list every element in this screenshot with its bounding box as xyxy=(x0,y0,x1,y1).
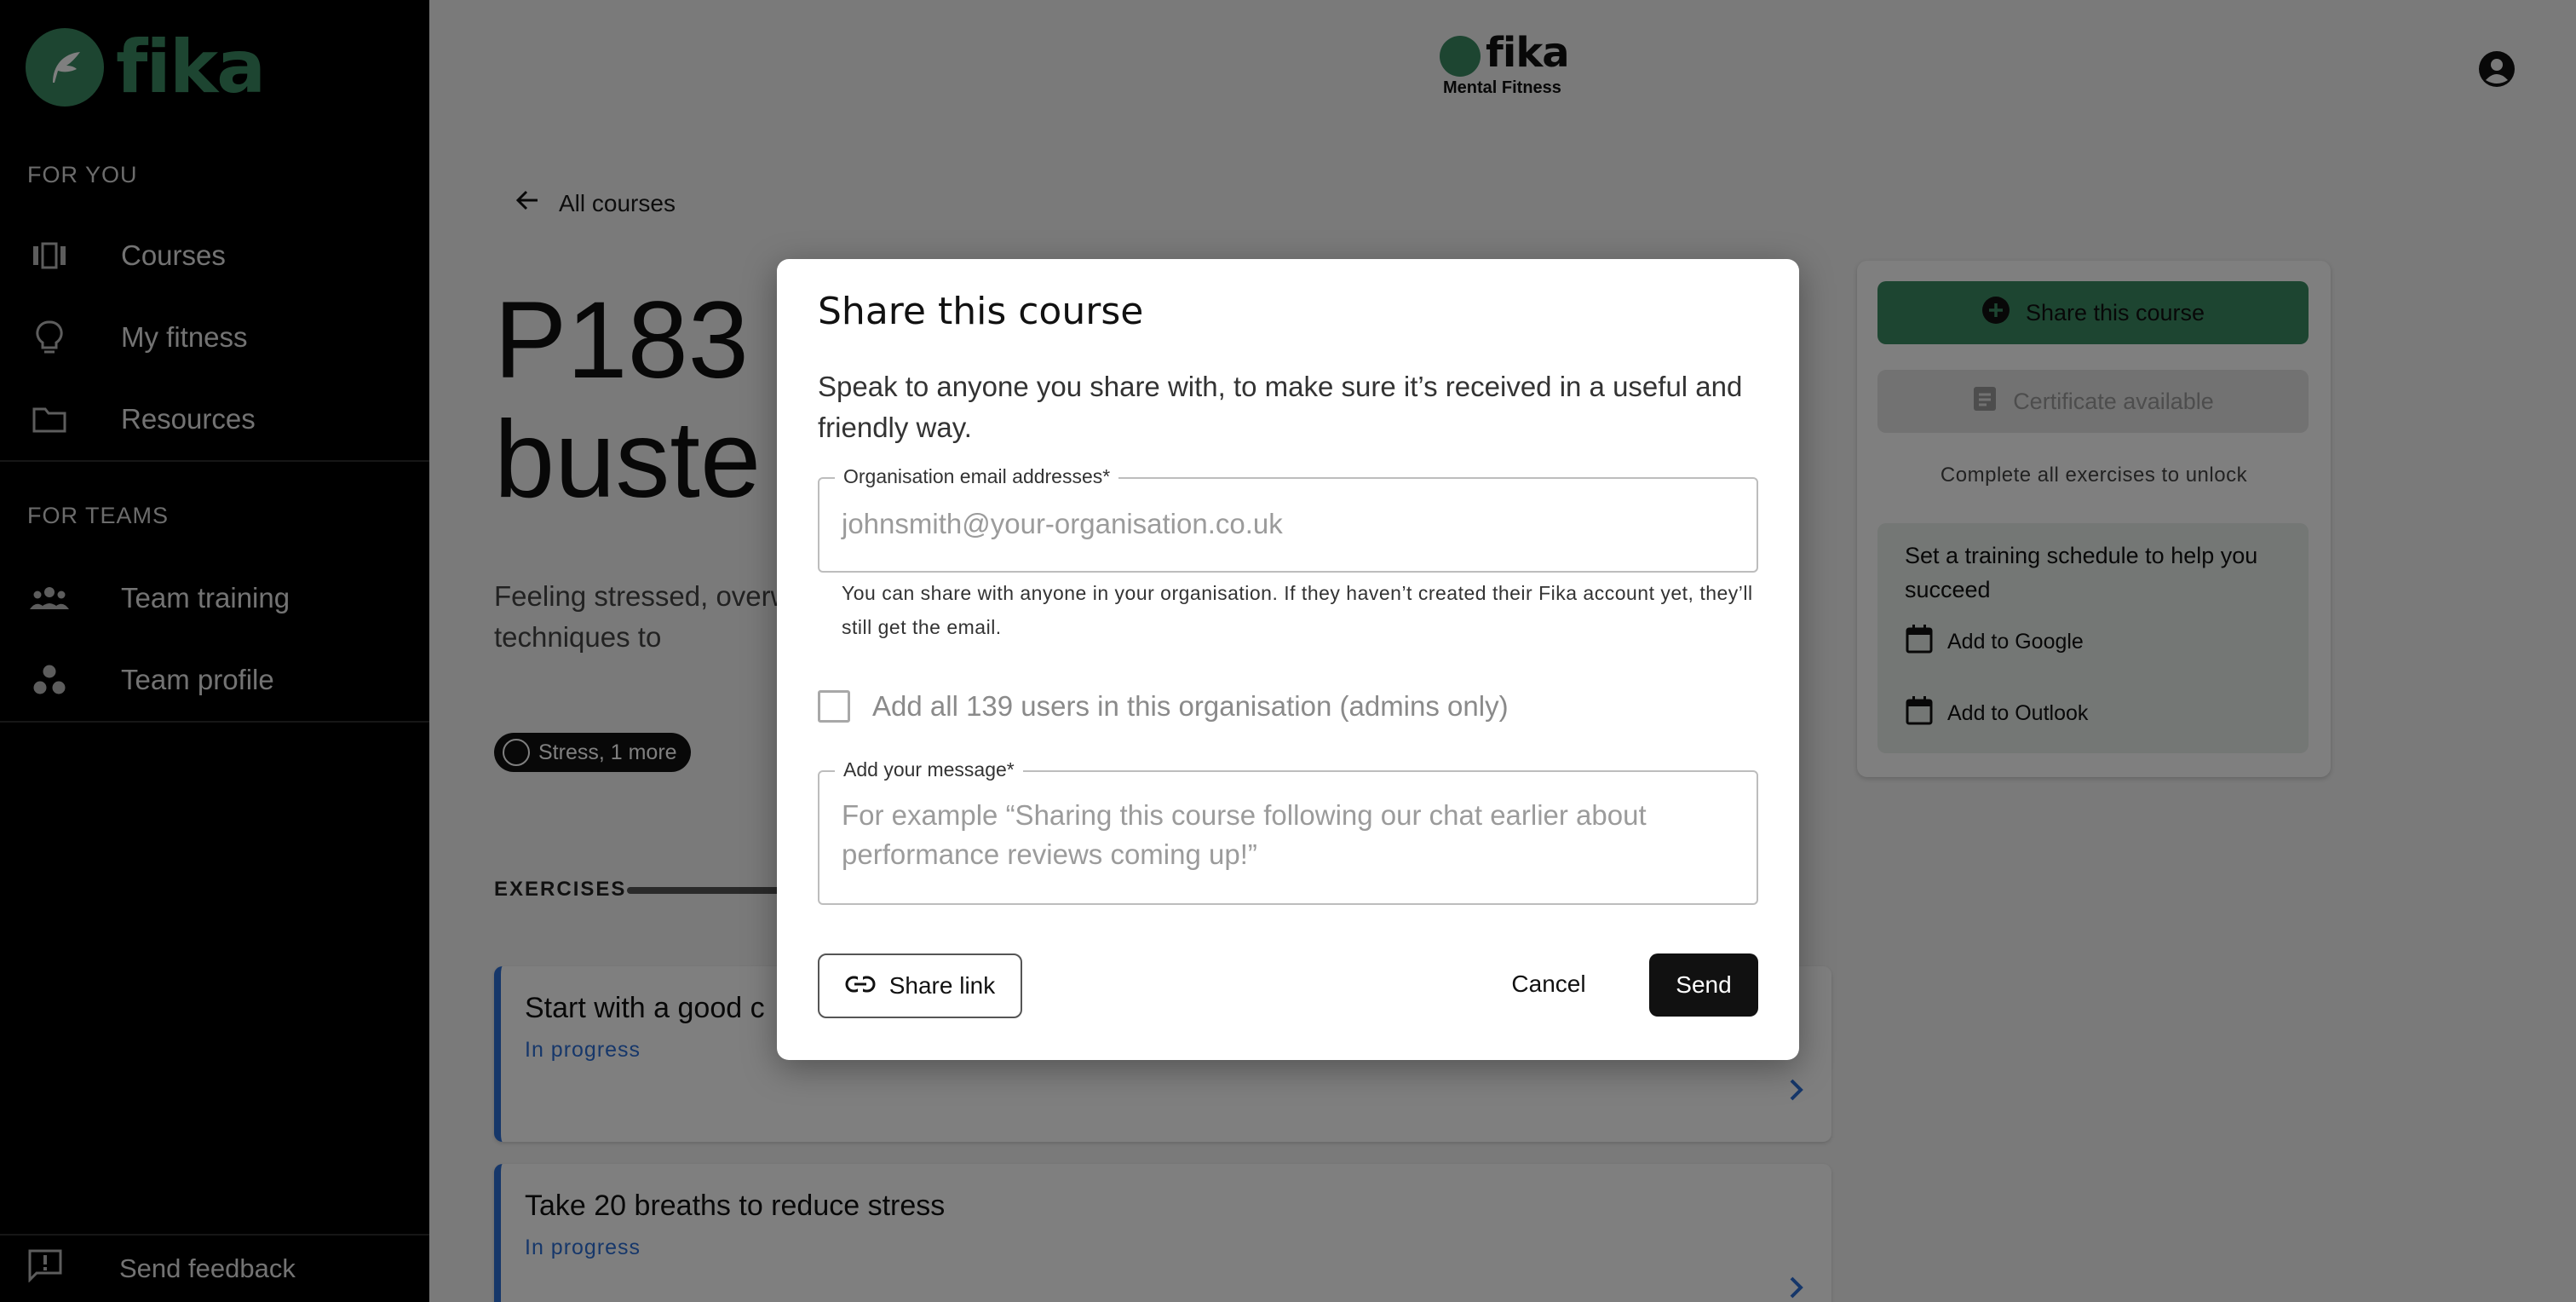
dialog-intro: Speak to anyone you share with, to make … xyxy=(818,371,1743,443)
email-placeholder: johnsmith@your-organisation.co.uk xyxy=(842,508,1283,539)
message-field[interactable]: Add your message* For example “Sharing t… xyxy=(818,758,1758,905)
share-course-dialog: Share this course Speak to anyone you sh… xyxy=(777,259,1799,1060)
share-link-label: Share link xyxy=(888,972,996,999)
dialog-title: Share this course xyxy=(818,290,1144,333)
add-all-users-checkbox-row[interactable]: Add all 139 users in this organisation (… xyxy=(818,690,1509,723)
add-all-users-checkbox[interactable] xyxy=(818,690,850,723)
send-button[interactable]: Send xyxy=(1649,953,1758,1017)
message-placeholder: For example “Sharing this course followi… xyxy=(842,799,1647,870)
email-helper-text: You can share with anyone in your organi… xyxy=(842,582,1753,638)
share-link-button[interactable]: Share link xyxy=(818,953,1022,1018)
checkbox-label: Add all 139 users in this organisation (… xyxy=(872,690,1509,722)
link-icon xyxy=(845,972,876,1000)
email-field-label: Organisation email addresses* xyxy=(835,465,1119,488)
cancel-button[interactable]: Cancel xyxy=(1498,953,1600,1015)
email-field[interactable]: Organisation email addresses* johnsmith@… xyxy=(818,465,1758,573)
message-field-label: Add your message* xyxy=(835,758,1023,781)
